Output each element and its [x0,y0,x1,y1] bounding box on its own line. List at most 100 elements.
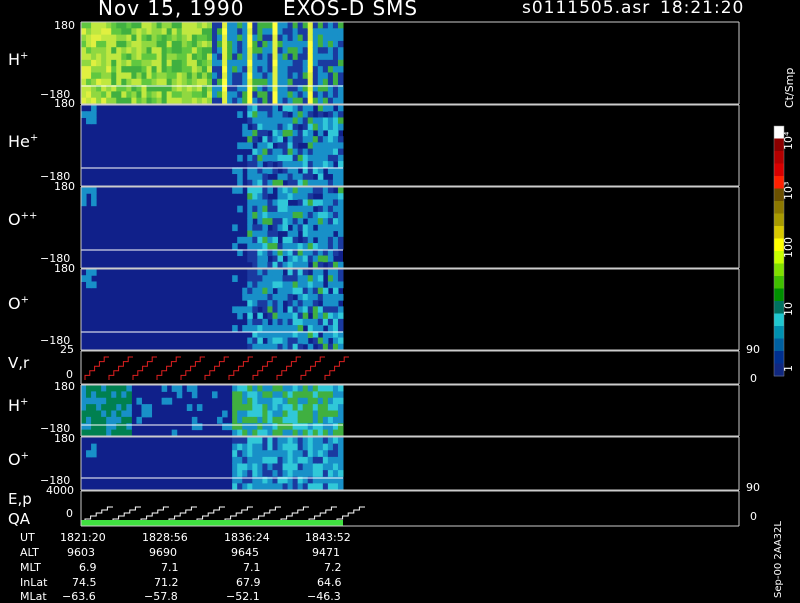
o3-cell [257,463,263,471]
o1-cell [277,325,284,332]
h1-cell [156,66,163,73]
h2-cell [277,397,284,405]
h1-cell [212,28,218,36]
o1-cell [327,318,334,326]
h1-cell [91,47,97,55]
h1-cell [141,28,147,36]
h2-cell [86,404,92,411]
h1-cell [277,72,284,80]
h1-cell [146,78,153,86]
he-cell [257,123,263,131]
o1-cell [247,337,253,345]
o2-cell [327,230,334,238]
h1-cell [307,40,314,48]
h1-cell [116,66,122,73]
o2-cell [322,218,329,225]
h1-cell [151,22,158,29]
o1-cell [337,318,344,326]
h1-cell [332,66,339,73]
h2-cell [332,410,339,418]
h1-cell [227,47,233,55]
o1-cell [302,275,309,282]
he-cell [302,129,309,137]
o2-cell [307,211,314,219]
h1-cell [257,72,263,80]
h1-cell [181,59,188,67]
h2-cell [171,385,178,392]
o2-cell [287,236,294,244]
h1-cell [227,53,233,61]
o2-cell [242,236,248,244]
h2-cell [116,404,122,411]
o1-cell [302,312,309,320]
h1-cell [287,40,294,48]
o2-cell [252,187,258,194]
h1-cell [86,28,92,36]
o1-cell [247,275,253,282]
h2-cell [277,391,284,399]
h1-cell [292,97,299,105]
h1-cell [81,66,87,73]
h1-cell [272,34,278,42]
h1-cell [81,97,87,105]
h1-cell [257,34,263,42]
h2-cell [96,429,102,437]
he-cell [287,161,294,168]
o2-cell [267,199,273,207]
o1-cell [317,312,324,320]
o1-cell [302,300,309,307]
he-cell [247,111,253,118]
h2-cell [96,423,102,431]
h2-cell [337,391,344,399]
o2-cell [322,255,329,263]
h1-cell [217,91,223,99]
h2-cell [307,404,314,411]
h2-cell [242,410,248,418]
he-cell [257,148,263,156]
o3-cell [287,483,294,491]
h1-cell [156,28,163,36]
o3-cell [282,450,289,458]
o3-cell [272,470,278,478]
h2-cell [297,410,304,418]
h1-cell [86,53,92,61]
h2-cell [292,423,299,431]
h1-cell [252,72,258,80]
h1-cell [222,53,228,61]
h2-cell [81,429,87,437]
h2-cell [171,429,178,437]
he-cell [322,117,329,125]
o2-cell [247,218,253,225]
o2-cell [237,236,243,244]
h1-cell [247,66,253,73]
h1-cell [111,40,117,48]
h2-cell [332,397,339,405]
h1-cell [136,28,142,36]
o2-cell [252,211,258,219]
h1-cell [327,97,334,105]
o1-cell [242,306,248,314]
h1-cell [201,72,208,80]
colorbar-swatch [774,276,784,289]
h1-cell [91,53,97,61]
o3-cell [292,483,299,491]
o1-cell [297,287,304,295]
o1-cell [337,269,344,276]
colorbar-label-10: 10 [782,302,795,316]
o3-cell [267,456,273,464]
h1-cell [312,66,319,73]
o1-cell [312,312,319,320]
o3-cell [257,450,263,458]
o1-cell [232,325,238,332]
h2-cell [292,397,299,405]
he-cell [307,136,314,143]
h2-cell [327,410,334,418]
o3-cell [272,437,278,445]
h2-cell [252,423,258,431]
h1-cell [131,78,137,86]
o3-cell [247,463,253,471]
h1-cell [222,22,228,29]
he-cell [317,111,324,118]
h1-cell [262,53,268,61]
h1-cell [312,22,319,29]
